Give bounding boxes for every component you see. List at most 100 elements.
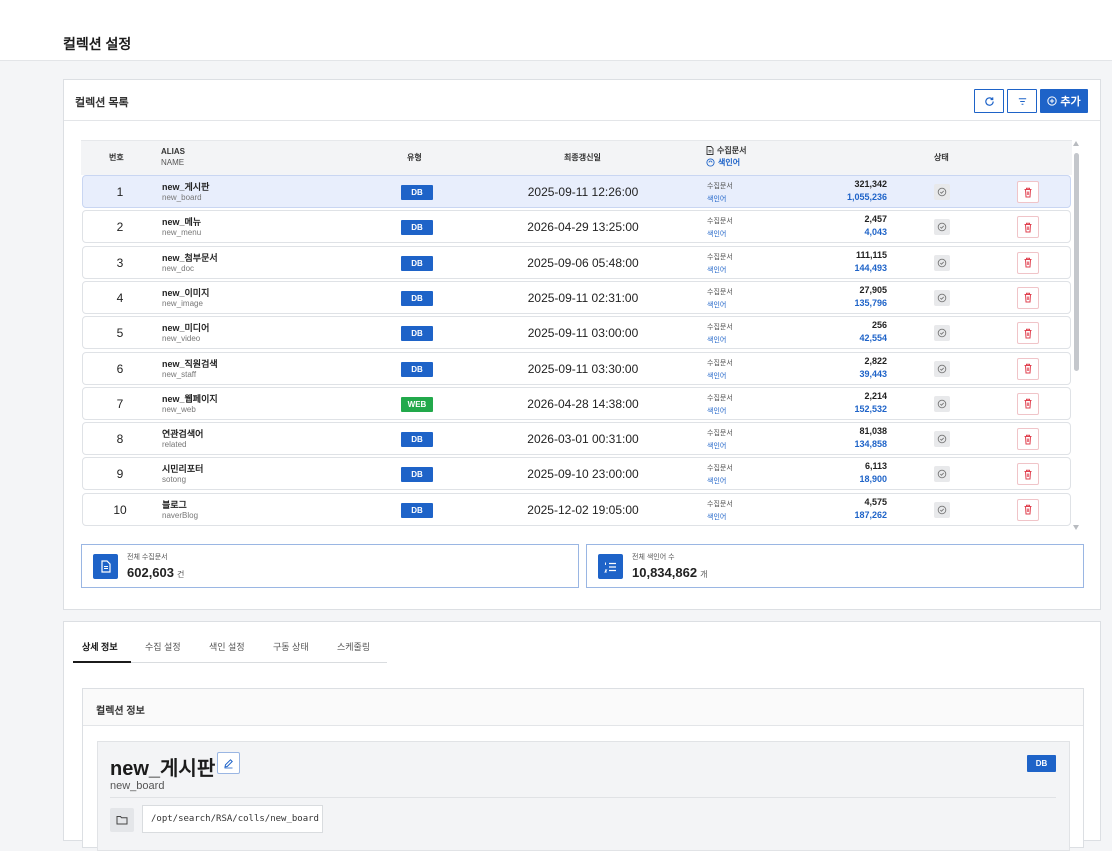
delete-button[interactable] <box>1017 392 1039 415</box>
row-docs-count: 6,113 <box>864 461 887 472</box>
collection-type-badge: DB <box>1027 755 1056 772</box>
table-row[interactable]: 1 new_게시판 new_board DB 2025-09-11 12:26:00 수집… <box>82 175 1071 208</box>
table-header: 번호 ALIAS NAME 유형 최종갱신일 수집문서 색인어 상태 <box>81 140 1072 175</box>
status-icon[interactable] <box>934 466 950 483</box>
delete-button[interactable] <box>1017 286 1039 309</box>
table-row[interactable]: 6 new_직원검색 new_staff DB 2025-09-11 03:30:00 수… <box>82 351 1071 385</box>
status-icon[interactable] <box>934 219 950 236</box>
status-icon[interactable] <box>934 325 950 342</box>
collection-info-card: new_게시판 new_board DB /opt/search/RSA/col… <box>97 741 1070 851</box>
delete-button[interactable] <box>1017 357 1039 380</box>
status-icon[interactable] <box>934 501 950 518</box>
table-row[interactable]: 2 new_메뉴 new_menu DB 2026-04-29 13:25:00 수집문서… <box>82 210 1071 244</box>
row-updated-date: 2025-09-10 23:00:00 <box>527 467 639 482</box>
row-updated-date: 2025-09-06 05:48:00 <box>527 255 639 270</box>
col-docs-label: 수집문서 <box>717 146 747 155</box>
trash-icon <box>1024 187 1032 197</box>
table-row[interactable]: 7 new_웹페이지 new_web WEB 2026-04-28 14:38:00 수집… <box>82 386 1071 420</box>
row-index-count: 144,493 <box>854 262 887 273</box>
scroll-down-icon[interactable] <box>1073 525 1079 530</box>
row-alias: new_이미지 <box>162 287 210 298</box>
list-numbered-icon <box>598 554 623 579</box>
scroll-up-icon[interactable] <box>1073 141 1079 146</box>
divider <box>110 797 1056 798</box>
row-type-badge: WEB <box>401 396 433 412</box>
total-index-value: 10,834,862 개 <box>632 565 707 580</box>
tab-detail-info[interactable]: 상세 정보 <box>82 640 118 653</box>
row-index-count: 1,055,236 <box>846 192 887 202</box>
row-index-count: 134,858 <box>854 439 887 450</box>
row-number: 5 <box>116 326 124 341</box>
status-icon[interactable] <box>934 431 950 448</box>
row-index-count: 152,532 <box>854 403 887 414</box>
tab-index-settings[interactable]: 색인 설정 <box>209 640 245 653</box>
table-row[interactable]: 8 연관검색어 related DB 2026-03-01 00:31:00 수집문서 색인… <box>82 422 1071 456</box>
col-index-label: 색인어 <box>718 158 741 167</box>
row-docs-label: 수집문서 <box>707 288 733 296</box>
delete-button[interactable] <box>1017 463 1039 486</box>
trash-icon <box>1024 363 1032 374</box>
row-docs-count: 27,905 <box>859 284 887 295</box>
row-updated-date: 2025-12-02 19:05:00 <box>527 502 639 517</box>
row-index-label: 색인어 <box>707 301 727 309</box>
sort-button[interactable] <box>1007 89 1037 113</box>
table-row[interactable]: 3 new_첨부문서 new_doc DB 2025-09-06 05:48:00 수집문… <box>82 245 1071 279</box>
status-icon[interactable] <box>934 360 950 377</box>
table-row[interactable]: 4 new_이미지 new_image DB 2025-09-11 02:31:00 수집… <box>82 280 1071 314</box>
row-docs-count: 4,575 <box>864 496 887 507</box>
detail-panel: 상세 정보 수집 설정 색인 설정 구동 상태 스케줄링 컬렉션 정보 new_… <box>63 621 1101 851</box>
row-index-label: 색인어 <box>707 372 727 380</box>
scroll-thumb[interactable] <box>1074 153 1079 371</box>
status-icon[interactable] <box>934 395 950 412</box>
add-collection-button[interactable]: 추가 <box>1040 89 1088 113</box>
edit-alias-button[interactable] <box>217 752 240 774</box>
col-index: 색인어 <box>706 157 740 168</box>
collections-panel-title: 컬렉션 목록 <box>75 97 129 109</box>
table-row[interactable]: 5 new_미디어 new_video DB 2025-09-11 03:00:00 수집… <box>82 316 1071 350</box>
row-type-badge: DB <box>401 326 433 342</box>
table-row[interactable]: 10 블로그 naverBlog DB 2025-12-02 19:05:00 수집문서 색… <box>82 492 1071 526</box>
sort-icon <box>1018 97 1026 105</box>
delete-button[interactable] <box>1017 322 1039 345</box>
row-number: 8 <box>116 432 124 447</box>
row-number: 9 <box>116 467 124 482</box>
tab-collect-settings[interactable]: 수집 설정 <box>145 640 181 653</box>
delete-button[interactable] <box>1017 428 1039 451</box>
row-number: 1 <box>116 185 124 199</box>
add-collection-label: 추가 <box>1060 96 1081 108</box>
refresh-button[interactable] <box>974 89 1004 113</box>
col-updated: 최종갱신일 <box>564 153 601 162</box>
table-scrollbar[interactable] <box>1072 141 1080 531</box>
status-icon[interactable] <box>934 254 950 271</box>
delete-button[interactable] <box>1017 251 1039 274</box>
row-name: new_video <box>162 334 201 344</box>
total-index-card: 전체 색인어 수 10,834,862 개 <box>586 544 1084 588</box>
status-icon[interactable] <box>934 289 950 306</box>
row-number: 2 <box>116 220 124 235</box>
collection-info-header: 컬렉션 정보 <box>83 689 1083 726</box>
row-name: new_image <box>162 298 203 308</box>
row-alias: new_게시판 <box>162 182 210 192</box>
folder-icon <box>110 808 134 832</box>
row-index-label: 색인어 <box>707 443 727 451</box>
collection-name: new_board <box>110 780 165 792</box>
plus-circle-icon <box>1047 96 1058 106</box>
delete-button[interactable] <box>1017 181 1039 203</box>
delete-button[interactable] <box>1017 216 1039 239</box>
tab-scheduling[interactable]: 스케줄링 <box>337 640 370 653</box>
delete-button[interactable] <box>1017 498 1039 521</box>
table-row[interactable]: 9 시민리포터 sotong DB 2025-09-10 23:00:00 수집문서 색인어… <box>82 457 1071 491</box>
row-alias: new_직원검색 <box>162 358 218 369</box>
status-icon[interactable] <box>934 184 950 200</box>
row-docs-label: 수집문서 <box>707 253 733 261</box>
row-docs-label: 수집문서 <box>707 324 733 332</box>
row-type-badge: DB <box>401 467 433 483</box>
trash-icon <box>1024 293 1032 303</box>
row-index-count: 135,796 <box>854 297 887 308</box>
row-alias: new_첨부문서 <box>162 252 218 263</box>
tab-run-status[interactable]: 구동 상태 <box>273 640 309 653</box>
trash-icon <box>1024 504 1032 515</box>
row-name: new_menu <box>162 228 202 238</box>
row-docs-label: 수집문서 <box>707 183 733 190</box>
row-alias: 시민리포터 <box>162 464 204 475</box>
